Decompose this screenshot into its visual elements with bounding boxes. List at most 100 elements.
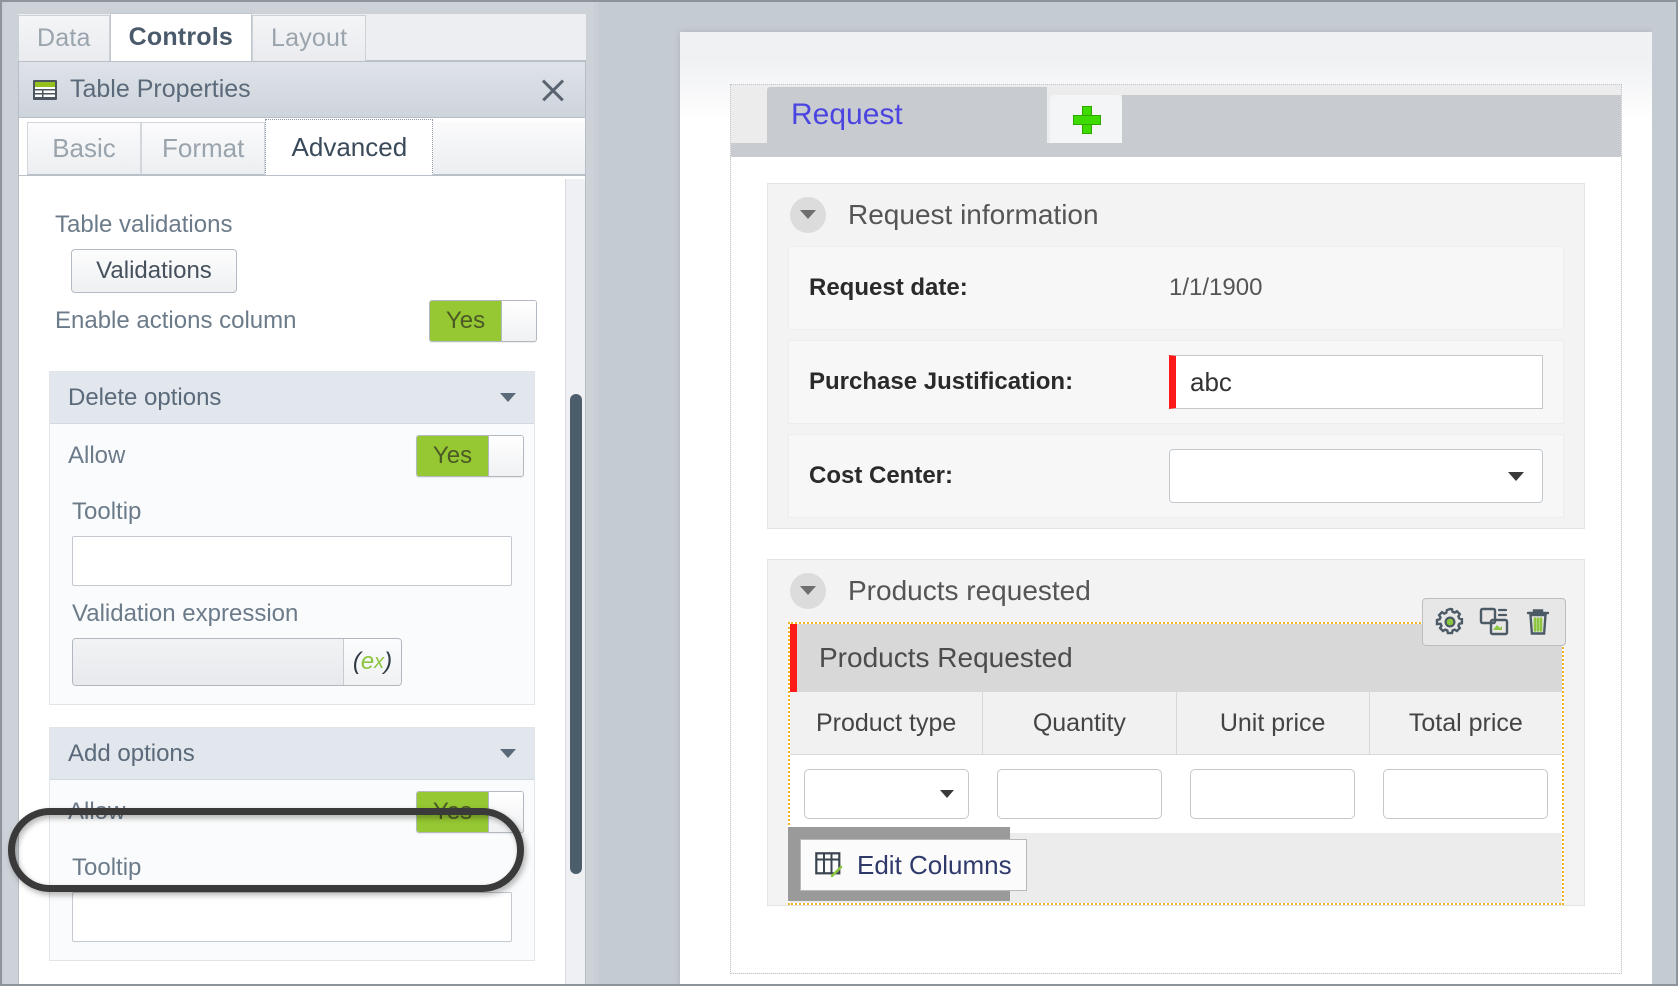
chevron-down-icon — [1508, 471, 1524, 481]
cell-quantity — [983, 769, 1176, 819]
add-options-title: Add options — [68, 739, 195, 767]
form-body: Request information Request date: 1/1/19… — [731, 157, 1621, 973]
table-row — [790, 755, 1562, 833]
duplicate-icon[interactable] — [1477, 605, 1511, 639]
top-tab-strip: Data Controls Layout — [18, 13, 586, 62]
add-tooltip-label: Tooltip — [72, 854, 142, 881]
chevron-down-icon[interactable] — [790, 573, 826, 609]
purchase-justification-input[interactable]: abc — [1169, 355, 1543, 409]
delete-options-body: Allow Yes Tooltip Validation expression — [50, 424, 534, 704]
toggle-knob — [489, 792, 523, 832]
add-tooltip-input[interactable] — [72, 892, 512, 942]
chevron-down-icon — [500, 393, 516, 402]
delete-validation-expression-field[interactable]: (e x) — [72, 638, 402, 686]
form-tab-request[interactable]: Request — [767, 87, 1047, 143]
delete-options-title: Delete options — [68, 383, 222, 411]
delete-allow-toggle[interactable]: Yes — [416, 435, 524, 477]
quantity-input[interactable] — [996, 769, 1163, 819]
scrollbar-thumb[interactable] — [570, 394, 582, 874]
tab-layout[interactable]: Layout — [251, 15, 367, 61]
cell-total-price — [1369, 769, 1562, 819]
tab-controls[interactable]: Controls — [109, 13, 252, 61]
form-tab-bar: Request — [731, 85, 1621, 143]
left-properties-panel: Data Controls Layout Table Properties Ba… — [0, 0, 598, 986]
delete-allow-label: Allow — [68, 442, 126, 469]
enable-actions-column-label: Enable actions column — [55, 307, 297, 334]
total-price-input[interactable] — [1382, 769, 1549, 819]
column-header-product-type[interactable]: Product type — [790, 692, 984, 754]
delete-options-group: Delete options Allow Yes Tooltip Validat… — [49, 371, 535, 705]
expression-builder-icon[interactable]: (e x) — [343, 639, 401, 685]
form-tab-filler — [1122, 95, 1621, 143]
close-icon[interactable] — [535, 72, 571, 108]
toggle-knob — [489, 436, 523, 476]
add-allow-row: Allow Yes — [50, 784, 534, 840]
cost-center-select[interactable] — [1169, 449, 1543, 503]
table-footer: Edit Columns — [788, 827, 1562, 903]
toggle-knob — [502, 301, 536, 341]
section-header: Request information — [768, 184, 1584, 246]
delete-tooltip-label: Tooltip — [72, 498, 142, 525]
chevron-down-icon[interactable] — [790, 197, 826, 233]
field-label: Purchase Justification: — [809, 368, 1074, 395]
expression-input[interactable] — [73, 639, 343, 685]
edit-columns-icon — [815, 852, 845, 878]
chevron-down-icon — [940, 790, 955, 798]
product-type-select[interactable] — [803, 769, 970, 819]
form-tab-underline — [731, 143, 1621, 157]
add-allow-toggle[interactable]: Yes — [416, 791, 524, 833]
left-panel-inner: Data Controls Layout Table Properties Ba… — [4, 2, 594, 986]
unit-price-input[interactable] — [1189, 769, 1356, 819]
validations-button[interactable]: Validations — [71, 249, 237, 293]
add-allow-label: Allow — [68, 798, 126, 825]
section-title: Products requested — [848, 575, 1091, 606]
table-header-row: Product type Quantity Unit price Total p… — [790, 692, 1562, 755]
column-header-unit-price[interactable]: Unit price — [1176, 692, 1370, 754]
toggle-value: Yes — [417, 792, 489, 832]
page-title: Table Properties — [70, 75, 251, 103]
delete-validation-expression-label: Validation expression — [72, 600, 299, 627]
field-row-cost-center: Cost Center: — [788, 434, 1564, 518]
table-icon — [33, 79, 57, 100]
window-title-bar: Table Properties — [19, 62, 585, 118]
properties-scroll-area: Table validations Validations Enable act… — [19, 179, 565, 986]
properties-body: Table validations Validations Enable act… — [19, 179, 585, 986]
enable-actions-column-toggle[interactable]: Yes — [429, 300, 537, 342]
chevron-down-icon — [500, 749, 516, 758]
field-row-purchase-justification: Purchase Justification: abc — [788, 340, 1564, 424]
field-label: Request date: — [809, 274, 968, 301]
edit-columns-label: Edit Columns — [857, 849, 1012, 880]
app-root: Data Controls Layout Table Properties Ba… — [0, 0, 1678, 986]
add-options-body: Allow Yes Tooltip — [50, 780, 534, 960]
column-header-quantity[interactable]: Quantity — [983, 692, 1177, 754]
toggle-value: Yes — [430, 301, 502, 341]
gear-icon[interactable] — [1433, 605, 1467, 639]
column-header-total-price[interactable]: Total price — [1369, 692, 1562, 754]
table-properties-window: Table Properties Basic Format Advanced T… — [18, 62, 586, 986]
section-products-requested: Products requested Products Requested Pr… — [767, 559, 1585, 906]
tab-basic[interactable]: Basic — [27, 122, 141, 175]
field-row-request-date: Request date: 1/1/1900 — [788, 246, 1564, 330]
delete-tooltip-input[interactable] — [72, 536, 512, 586]
tab-data[interactable]: Data — [18, 15, 110, 61]
canvas-sheet: Request Request information Request date… — [680, 32, 1652, 986]
add-options-header[interactable]: Add options — [50, 728, 534, 780]
form-designer-canvas: Request Request information Request date… — [598, 0, 1678, 986]
cell-unit-price — [1176, 769, 1369, 819]
enable-actions-column-row: Enable actions column Yes — [37, 293, 547, 349]
trash-icon[interactable] — [1521, 605, 1555, 639]
tab-format[interactable]: Format — [141, 122, 266, 175]
section-request-information: Request information Request date: 1/1/19… — [767, 183, 1585, 529]
table-toolbar — [1422, 598, 1566, 646]
toggle-value: Yes — [417, 436, 489, 476]
cell-product-type — [790, 769, 983, 819]
tab-advanced[interactable]: Advanced — [265, 119, 434, 175]
tab-strip-filler — [366, 15, 586, 61]
products-table-selected[interactable]: Products Requested Product type Quantity… — [788, 598, 1566, 905]
plus-icon — [1073, 106, 1101, 134]
properties-scrollbar[interactable] — [565, 179, 585, 986]
delete-options-header[interactable]: Delete options — [50, 372, 534, 424]
add-tab-button[interactable] — [1050, 95, 1122, 143]
field-label: Cost Center: — [809, 462, 954, 489]
edit-columns-button[interactable]: Edit Columns — [800, 839, 1027, 891]
